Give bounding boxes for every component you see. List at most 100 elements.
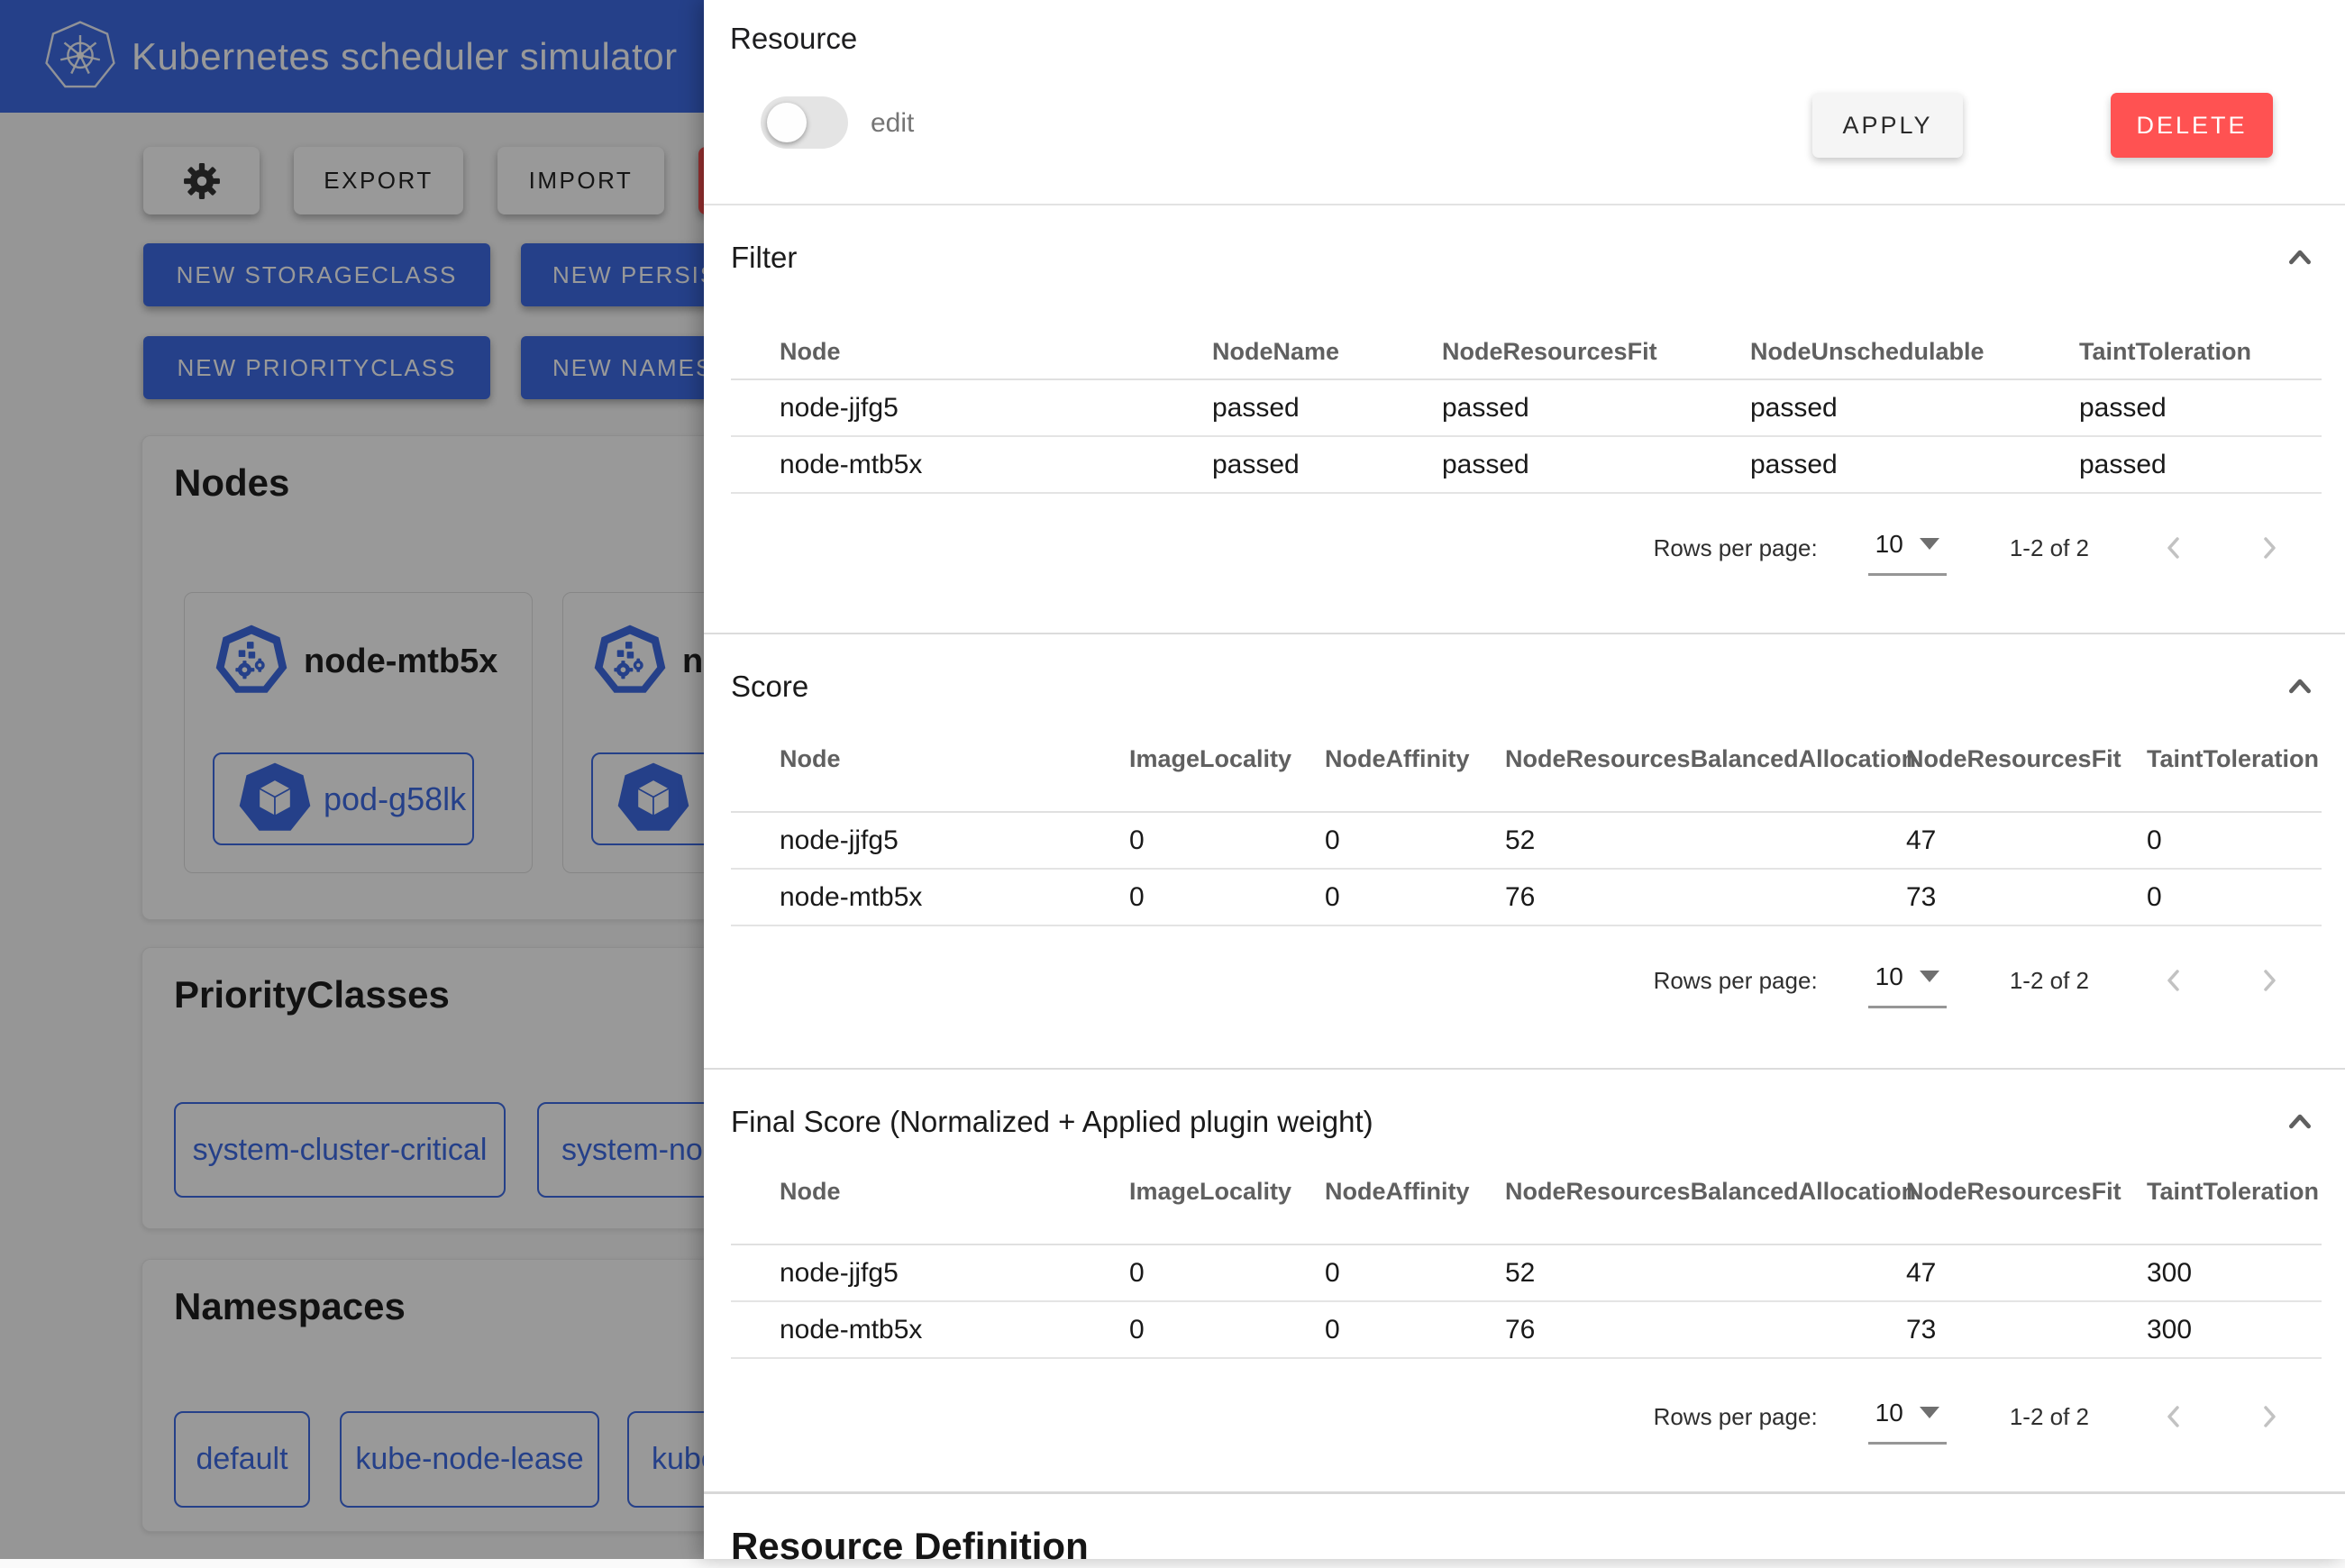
table-cell: node-mtb5x [731, 1315, 1129, 1345]
column-header: NodeResourcesFit [1906, 1178, 2147, 1206]
table-cell: passed [1442, 450, 1750, 480]
chevron-left-icon [2161, 535, 2186, 561]
final-score-table-body: node-jjfg5005247300node-mtb5x007673300 [731, 1245, 2322, 1359]
filter-table-header: NodeNodeNameNodeResourcesFitNodeUnschedu… [731, 279, 2322, 380]
table-cell: passed [1750, 450, 2079, 480]
table-cell: 47 [1906, 1258, 2147, 1289]
table-cell: 0 [1325, 882, 1505, 913]
chevron-up-icon [2286, 1108, 2314, 1136]
filter-section: Filter NodeNodeNameNodeResourcesFitNodeU… [704, 205, 2345, 633]
final-score-section: Final Score (Normalized + Applied plugin… [704, 1068, 2345, 1494]
dropdown-caret-icon [1920, 1407, 1939, 1418]
filter-pagination: Rows per page: 10 1-2 of 2 [731, 512, 2322, 584]
table-cell: passed [1212, 393, 1442, 424]
drawer-header: Resource edit APPLY DELETE [704, 0, 2345, 205]
pagination-range: 1-2 of 2 [2010, 967, 2089, 995]
chevron-up-icon [2286, 243, 2314, 272]
table-cell: 76 [1505, 882, 1906, 913]
drawer-title: Resource [730, 22, 857, 56]
table-row: node-mtb5x007673300 [731, 1302, 2322, 1359]
table-cell: 300 [2147, 1315, 2322, 1345]
rows-per-page-select[interactable]: 10 [1868, 1390, 1947, 1445]
rows-per-page-label: Rows per page: [1654, 1403, 1818, 1431]
table-cell: 0 [2147, 825, 2322, 856]
table-cell: 0 [1325, 1315, 1505, 1345]
apply-button[interactable]: APPLY [1812, 93, 1963, 158]
column-header: NodeAffinity [1325, 1178, 1505, 1206]
column-header: NodeName [1212, 338, 1442, 366]
column-header: ImageLocality [1129, 1178, 1325, 1206]
table-row: node-jjfg50052470 [731, 813, 2322, 870]
table-row: node-mtb5x0076730 [731, 870, 2322, 926]
filter-table-body: node-jjfg5passedpassedpassedpassednode-m… [731, 380, 2322, 494]
delete-button[interactable]: DELETE [2111, 93, 2273, 158]
column-header: NodeAffinity [1325, 745, 1505, 773]
table-cell: 0 [1325, 825, 1505, 856]
table-row: node-mtb5xpassedpassedpassedpassed [731, 437, 2322, 494]
rows-per-page-label: Rows per page: [1654, 534, 1818, 562]
previous-page-button[interactable] [2154, 1397, 2194, 1436]
dropdown-caret-icon [1920, 971, 1939, 982]
column-header: NodeResourcesBalancedAllocation [1505, 1178, 1906, 1206]
table-cell: 0 [1129, 882, 1325, 913]
table-cell: 300 [2147, 1258, 2322, 1289]
column-header: NodeUnschedulable [1750, 338, 2079, 366]
pagination-range: 1-2 of 2 [2010, 534, 2089, 562]
score-pagination: Rows per page: 10 1-2 of 2 [731, 944, 2322, 1016]
final-score-table-header: NodeImageLocalityNodeAffinityNodeResourc… [731, 1144, 2322, 1245]
dropdown-caret-icon [1920, 538, 1939, 550]
previous-page-button[interactable] [2154, 528, 2194, 568]
table-cell: 73 [1906, 882, 2147, 913]
rows-per-page-select[interactable]: 10 [1868, 521, 1947, 576]
next-page-button[interactable] [2249, 961, 2289, 1000]
column-header: TaintToleration [2147, 745, 2322, 773]
table-cell: node-mtb5x [731, 882, 1129, 913]
table-cell: 47 [1906, 825, 2147, 856]
rows-per-page-select[interactable]: 10 [1868, 953, 1947, 1008]
chevron-right-icon [2257, 968, 2282, 993]
table-cell: 0 [1129, 1258, 1325, 1289]
next-page-button[interactable] [2249, 1397, 2289, 1436]
collapse-final-score-button[interactable] [2280, 1102, 2320, 1142]
collapse-score-button[interactable] [2280, 667, 2320, 707]
table-cell: 76 [1505, 1315, 1906, 1345]
table-cell: node-jjfg5 [731, 1258, 1129, 1289]
column-header: NodeResourcesFit [1442, 338, 1750, 366]
edit-toggle-label: edit [871, 108, 914, 139]
filter-section-title: Filter [731, 241, 797, 275]
chevron-left-icon [2161, 1404, 2186, 1429]
column-header: NodeResourcesBalancedAllocation [1505, 745, 1906, 773]
edit-toggle-knob [767, 103, 807, 142]
table-cell: node-mtb5x [731, 450, 1212, 480]
table-row: node-jjfg5005247300 [731, 1245, 2322, 1302]
score-section-title: Score [731, 670, 808, 704]
score-table-body: node-jjfg50052470node-mtb5x0076730 [731, 813, 2322, 926]
column-header: NodeResourcesFit [1906, 745, 2147, 773]
score-table-header: NodeImageLocalityNodeAffinityNodeResourc… [731, 708, 2322, 813]
next-page-button[interactable] [2249, 528, 2289, 568]
table-cell: passed [1442, 393, 1750, 424]
chevron-left-icon [2161, 968, 2186, 993]
chevron-right-icon [2257, 535, 2282, 561]
table-cell: 0 [1325, 1258, 1505, 1289]
resource-definition-title: Resource Definition [731, 1525, 2345, 1568]
column-header: Node [731, 338, 1212, 366]
table-cell: passed [2079, 450, 2322, 480]
table-cell: node-jjfg5 [731, 825, 1129, 856]
column-header: Node [731, 745, 1129, 773]
app: { "colors": { "primary": "#3e6ce5", "dan… [0, 0, 2345, 1559]
previous-page-button[interactable] [2154, 961, 2194, 1000]
collapse-filter-button[interactable] [2280, 238, 2320, 278]
final-score-section-title: Final Score (Normalized + Applied plugin… [731, 1105, 1373, 1139]
edit-toggle[interactable] [761, 96, 848, 149]
score-section: Score NodeImageLocalityNodeAffinityNodeR… [704, 633, 2345, 1068]
table-cell: 0 [1129, 825, 1325, 856]
table-cell: 0 [1129, 1315, 1325, 1345]
chevron-up-icon [2286, 672, 2314, 701]
table-cell: passed [2079, 393, 2322, 424]
table-row: node-jjfg5passedpassedpassedpassed [731, 380, 2322, 437]
rows-per-page-label: Rows per page: [1654, 967, 1818, 995]
table-cell: passed [1212, 450, 1442, 480]
table-cell: 52 [1505, 1258, 1906, 1289]
chevron-right-icon [2257, 1404, 2282, 1429]
